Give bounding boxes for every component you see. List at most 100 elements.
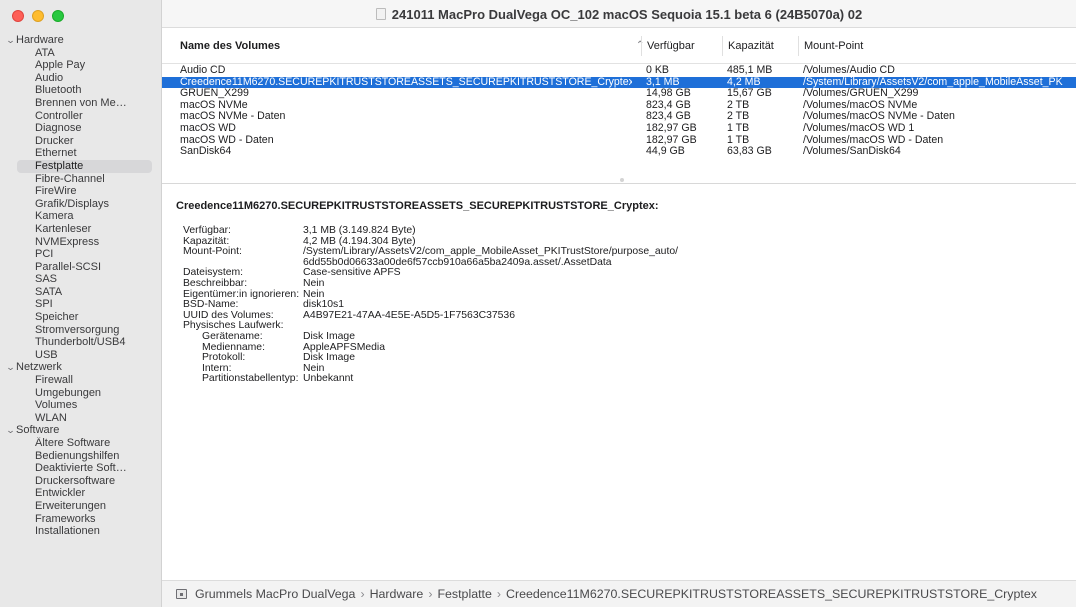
- chevron-down-icon[interactable]: ⌄: [6, 361, 18, 374]
- property-key: Gerätename:: [202, 330, 263, 342]
- column-header-capacity[interactable]: Kapazität: [728, 40, 774, 52]
- property-value: Disk Image: [303, 330, 355, 342]
- sidebar-group-label: Netzwerk: [16, 361, 62, 374]
- cell-mount-point: /Volumes/Audio CD: [803, 65, 895, 76]
- chevron-down-icon[interactable]: ⌄: [6, 34, 18, 47]
- cell-capacity: 1 TB: [727, 122, 750, 134]
- property-value: 3,1 MB (3.149.824 Byte): [303, 225, 416, 236]
- cell-mount-point: /Volumes/macOS WD - Daten: [803, 134, 944, 146]
- path-item[interactable]: Grummels MacPro DualVega: [195, 587, 355, 601]
- path-item[interactable]: Creedence11M6270.SECUREPKITRUSTSTOREASSE…: [506, 587, 1037, 601]
- path-separator: ›: [360, 587, 365, 601]
- property-key: Partitionstabellentyp:: [202, 373, 299, 385]
- cell-available: 823,4 GB: [646, 111, 691, 123]
- sidebar-group-netzwerk[interactable]: ⌄Netzwerk: [0, 361, 161, 374]
- path-item[interactable]: Festplatte: [437, 587, 491, 601]
- cell-mount-point: /Volumes/GRUEN_X299: [803, 88, 919, 100]
- table-row[interactable]: macOS NVMe - Daten 823,4 GB 2 TB/Volumes/m…: [162, 111, 1076, 123]
- sidebar-item[interactable]: Frameworks: [0, 513, 161, 526]
- sidebar-item[interactable]: Ältere Software: [0, 437, 161, 450]
- sidebar-item[interactable]: Parallel-SCSI: [0, 261, 161, 274]
- cell-capacity: 485,1 MB: [727, 65, 773, 76]
- sidebar-item[interactable]: Audio: [0, 72, 161, 85]
- minimize-window-button[interactable]: [32, 10, 44, 22]
- table-row[interactable]: macOS WD 182,97 GB 1 TB/Volumes/macOS WD 1: [162, 123, 1076, 135]
- sidebar-item[interactable]: ATA: [0, 47, 161, 60]
- cell-mount-point: /Volumes/macOS WD 1: [803, 122, 915, 134]
- sidebar-item[interactable]: NVMExpress: [0, 236, 161, 249]
- table-row[interactable]: Creedence11M6270.SECUREPKITRUSTSTOREASSE…: [162, 76, 1076, 89]
- sidebar-item[interactable]: PCI: [0, 248, 161, 261]
- sidebar-item[interactable]: SATA: [0, 286, 161, 299]
- sidebar-item[interactable]: Festplatte: [17, 159, 152, 173]
- sidebar-item[interactable]: Apple Pay: [0, 59, 161, 72]
- sidebar-item[interactable]: Brennen von Me…: [0, 97, 161, 110]
- sidebar-item[interactable]: Kartenleser: [0, 223, 161, 236]
- property-key: Mount-Point:: [183, 246, 242, 258]
- sidebar-item[interactable]: Controller: [0, 110, 161, 123]
- table-row[interactable]: macOS WD - Daten 182,97 GB 1 TB/Volumes/ma…: [162, 135, 1076, 147]
- cell-available: 44,9 GB: [646, 146, 685, 158]
- sidebar-tree: ⌄Hardware ATA Apple Pay Audio Bluetooth Brenn…: [0, 34, 161, 538]
- detail-title: Creedence11M6270.SECUREPKITRUSTSTOREASSE…: [176, 200, 659, 212]
- path-separator: ›: [428, 587, 433, 601]
- property-value: A4B97E21-47AA-4E5E-A5D5-1F7563C37536: [303, 309, 515, 321]
- sidebar-item[interactable]: Umgebungen: [0, 387, 161, 400]
- column-header-free[interactable]: Verfügbar: [647, 40, 695, 52]
- close-window-button[interactable]: [12, 10, 24, 22]
- document-icon: [375, 8, 386, 20]
- cell-capacity: 2 TB: [727, 99, 750, 111]
- path-item[interactable]: Hardware: [370, 587, 424, 601]
- computer-icon: [176, 589, 187, 599]
- sidebar-item[interactable]: Ethernet: [0, 147, 161, 160]
- path-items: Grummels MacPro DualVega › Hardware › Festpl…: [195, 587, 1037, 601]
- sidebar-item[interactable]: SAS: [0, 273, 161, 286]
- column-header-mount[interactable]: Mount-Point: [804, 40, 863, 52]
- zoom-window-button[interactable]: [52, 10, 64, 22]
- sidebar-item[interactable]: Volumes: [0, 399, 161, 412]
- sidebar: ⌄Hardware ATA Apple Pay Audio Bluetooth Brenn…: [0, 0, 162, 607]
- sidebar-item[interactable]: Speicher: [0, 311, 161, 324]
- sidebar-group-hardware[interactable]: ⌄Hardware: [0, 34, 161, 47]
- sidebar-group-label: Software: [16, 424, 60, 437]
- sidebar-item[interactable]: FireWire: [0, 185, 161, 198]
- table-row[interactable]: macOS NVMe 823,4 GB 2 TB/Volumes/macOS NVM…: [162, 100, 1076, 112]
- window-controls: [12, 10, 64, 22]
- sidebar-item[interactable]: Thunderbolt/USB4: [0, 336, 161, 349]
- sidebar-item[interactable]: Installationen: [0, 525, 161, 538]
- chevron-down-icon[interactable]: ⌄: [6, 424, 18, 437]
- table-row[interactable]: SanDisk64 44,9 GB 63,83 GB/Volumes/SanDisk…: [162, 146, 1076, 158]
- cell-capacity: 4,2 MB: [727, 76, 761, 88]
- sidebar-item[interactable]: Kamera: [0, 210, 161, 223]
- cell-available: 823,4 GB: [646, 99, 691, 111]
- sidebar-item[interactable]: Diagnose: [0, 122, 161, 135]
- sidebar-item[interactable]: Drucker: [0, 135, 161, 148]
- sidebar-group-software[interactable]: ⌄Software: [0, 424, 161, 437]
- cell-available: 14,98 GB: [646, 88, 691, 100]
- sidebar-item[interactable]: Entwickler: [0, 487, 161, 500]
- sidebar-item[interactable]: SPI: [0, 298, 161, 311]
- cell-capacity: 63,83 GB: [727, 146, 772, 158]
- sidebar-item[interactable]: WLAN: [0, 412, 161, 425]
- sidebar-item[interactable]: Deaktivierte Soft…: [0, 462, 161, 475]
- table-row[interactable]: Audio CD 0 KB 485,1 MB/Volumes/Audio CD: [162, 65, 1076, 77]
- column-divider[interactable]: [722, 36, 723, 56]
- table-body: Audio CD 0 KB 485,1 MB/Volumes/Audio CD Cre…: [162, 65, 1076, 158]
- sidebar-item[interactable]: USB: [0, 349, 161, 362]
- sidebar-item[interactable]: Druckersoftware: [0, 475, 161, 488]
- table-row[interactable]: GRUEN_X299 14,98 GB 15,67 GB/Volumes/GRUEN…: [162, 88, 1076, 100]
- split-view-handle[interactable]: [620, 178, 624, 182]
- sidebar-item[interactable]: Erweiterungen: [0, 500, 161, 513]
- sidebar-item[interactable]: Grafik/Displays: [0, 198, 161, 211]
- sidebar-item[interactable]: Firewall: [0, 374, 161, 387]
- cell-volume-name: macOS WD - Daten: [180, 134, 274, 146]
- sidebar-item[interactable]: Bedienungshilfen: [0, 450, 161, 463]
- cell-capacity: 1 TB: [727, 134, 750, 146]
- column-divider[interactable]: [798, 36, 799, 56]
- sidebar-item[interactable]: Bluetooth: [0, 84, 161, 97]
- sidebar-item[interactable]: Fibre-Channel: [0, 173, 161, 186]
- column-header-name[interactable]: Name des Volumes ⌃: [180, 40, 644, 52]
- column-divider[interactable]: [641, 36, 642, 56]
- detail-pane: Creedence11M6270.SECUREPKITRUSTSTOREASSE…: [162, 184, 1076, 580]
- sidebar-item[interactable]: Stromversorgung: [0, 324, 161, 337]
